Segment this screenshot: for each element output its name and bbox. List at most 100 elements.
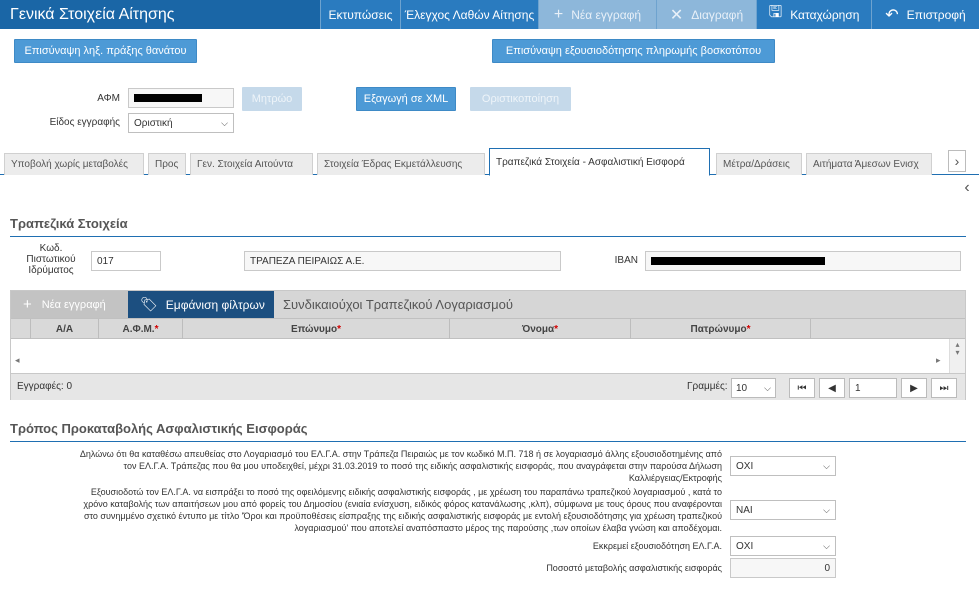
column-header-label: Όνομα — [521, 323, 555, 335]
print-button[interactable]: Εκτυπώσεις — [320, 0, 400, 29]
contribution-section-title: Τρόπος Προκαταβολής Ασφαλιστικής Εισφορά… — [10, 421, 308, 436]
page-number-input[interactable]: 1 — [849, 378, 897, 398]
last-page-icon: ⏭ — [939, 382, 949, 394]
required-marker: * — [554, 323, 559, 335]
tab-pros[interactable]: Προς — [148, 153, 186, 175]
collapse-panel-button[interactable]: ‹ — [959, 178, 975, 198]
attach-death-cert-button[interactable]: Επισύναψη ληξ. πράξης θανάτου — [14, 39, 197, 63]
authorization-question: Εξουσιοδοτώ τον ΕΛ.Γ.Α. να εισπράξει το … — [10, 486, 722, 534]
tab-label: Υποβολή χωρίς μεταβολές — [11, 159, 128, 170]
save-button[interactable]: 🖫 Καταχώρηση — [756, 0, 871, 29]
new-record-label: Νέα εγγραφή — [571, 7, 642, 22]
tab-applicant-info[interactable]: Γεν. Στοιχεία Αιτούντα — [190, 153, 313, 175]
vertical-scrollbar[interactable]: ▴ ▾ — [949, 339, 965, 373]
column-header-father-name[interactable]: Πατρώνυμο * — [631, 319, 811, 339]
next-page-icon: ▶ — [910, 382, 918, 394]
iban-label: IBAN — [614, 255, 638, 266]
finalize-button[interactable]: Οριστικοποίηση — [470, 87, 571, 111]
redacted-iban — [651, 257, 825, 265]
direct-deposit-value: ΟΧΙ — [736, 460, 754, 472]
chevron-left-icon: ‹ — [964, 179, 970, 196]
afm-input[interactable] — [128, 88, 234, 108]
bank-code-label-line: Κωδ. — [39, 243, 63, 254]
last-page-button[interactable]: ⏭ — [931, 378, 957, 398]
show-filters-button[interactable]: 🏷 Εμφάνιση φίλτρων — [128, 291, 274, 318]
column-header-label: Α.Φ.Μ. — [122, 323, 155, 335]
authorization-select[interactable]: ΝΑΙ ⌵ — [730, 500, 836, 520]
rows-per-page-select[interactable]: 10 ⌵ — [731, 378, 776, 398]
pending-authorization-select[interactable]: ΟΧΙ ⌵ — [730, 536, 836, 556]
bank-code-input[interactable]: 017 — [91, 251, 161, 271]
tab-direct-aid[interactable]: Αιτήματα Άμεσων Ενισχ — [806, 153, 932, 175]
first-page-button[interactable]: ⏮ — [789, 378, 815, 398]
grid-title: Συνδικαιούχοι Τραπεζικού Λογαριασμού — [283, 297, 513, 312]
authorization-value: ΝΑΙ — [736, 504, 753, 516]
column-header-afm[interactable]: Α.Φ.Μ. * — [99, 319, 183, 339]
scroll-left-icon[interactable]: ◂ — [15, 355, 20, 366]
grid-header-spacer — [11, 319, 31, 339]
bank-section-title: Τραπεζικά Στοιχεία — [10, 216, 128, 231]
iban-input[interactable] — [645, 251, 961, 271]
tab-no-changes[interactable]: Υποβολή χωρίς μεταβολές — [4, 153, 144, 175]
export-xml-button[interactable]: Εξαγωγή σε XML — [356, 87, 456, 111]
pending-authorization-value: ΟΧΙ — [736, 540, 754, 552]
tab-label: Στοιχεία Έδρας Εκμετάλλευσης — [324, 159, 463, 170]
grid-toolbar: + Νέα εγγραφή 🏷 Εμφάνιση φίλτρων Συνδικαιο… — [11, 291, 965, 318]
record-type-select[interactable]: Οριστική ⌵ — [128, 113, 234, 133]
plus-icon: + — [553, 5, 564, 23]
delete-button[interactable]: ✕ Διαγραφή — [656, 0, 756, 29]
records-count: Εγγραφές: 0 — [17, 381, 73, 392]
contribution-change-value: 0 — [824, 562, 830, 574]
pending-authorization-label: Εκκρεμεί εξουσιοδότηση ΕΛ.Γ.Α. — [592, 541, 722, 551]
column-header-surname[interactable]: Επώνυμο * — [183, 319, 450, 339]
save-label: Καταχώρηση — [790, 7, 860, 22]
tab-measures[interactable]: Μέτρα/Δράσεις — [716, 153, 802, 175]
direct-deposit-select[interactable]: ΟΧΙ ⌵ — [730, 456, 836, 476]
direct-deposit-question: Δηλώνω ότι θα καταθέσω απευθείας στο Λογ… — [10, 448, 722, 484]
next-page-button[interactable]: ▶ — [901, 378, 927, 398]
previous-page-icon: ◀ — [828, 382, 836, 394]
chevron-down-icon: ⌵ — [823, 540, 830, 551]
save-icon: 🖫 — [768, 4, 783, 21]
question-line: Εξουσιοδοτώ τον ΕΛ.Γ.Α. να εισπράξει το … — [90, 487, 722, 497]
check-errors-button[interactable]: Έλεγχος Λαθών Αίτησης — [400, 0, 538, 29]
bank-code-label-line: Ιδρύματος — [28, 265, 74, 276]
question-line: Καλλιέργειας/Εκτροφής — [628, 473, 722, 483]
grid-footer: Εγγραφές: 0 Γραμμές: 10 ⌵ ⏮ ◀ 1 ▶ ⏭ — [11, 373, 965, 400]
grid-new-record-label: Νέα εγγραφή — [41, 298, 106, 311]
bank-code-value: 017 — [97, 255, 114, 267]
attach-pasture-auth-button[interactable]: Επισύναψη εξουσιοδότησης πληρωμής βοσκοτ… — [492, 39, 775, 63]
question-line: στο συνημμένο σχετικό έντυπο με τίτλο 'Ό… — [83, 511, 722, 521]
rows-per-page-label: Γραμμές: — [687, 381, 728, 392]
tab-bank-contribution[interactable]: Τραπεζικά Στοιχεία - Ασφαλιστική Εισφορά — [489, 148, 710, 176]
new-record-button[interactable]: + Νέα εγγραφή — [538, 0, 656, 29]
tab-scroll-right-button[interactable]: › — [948, 150, 966, 172]
previous-page-button[interactable]: ◀ — [819, 378, 845, 398]
show-filters-label: Εμφάνιση φίλτρων — [165, 297, 265, 312]
bank-code-label-line: Πιστωτικού — [26, 254, 76, 265]
check-errors-label: Έλεγχος Λαθών Αίτησης — [404, 7, 535, 22]
contribution-change-input[interactable]: 0 — [730, 558, 836, 578]
tab-label: Τραπεζικά Στοιχεία - Ασφαλιστική Εισφορά — [496, 156, 685, 168]
column-header-label: Επώνυμο — [290, 323, 338, 335]
scroll-right-icon[interactable]: ▸ — [936, 355, 941, 366]
registry-button[interactable]: Μητρώο — [242, 87, 302, 111]
rows-per-page-value: 10 — [736, 382, 748, 394]
back-label: Επιστροφή — [906, 7, 966, 22]
chevron-down-icon: ⌵ — [823, 504, 830, 515]
tab-holding-seat[interactable]: Στοιχεία Έδρας Εκμετάλλευσης — [317, 153, 485, 175]
record-type-value: Οριστική — [134, 117, 173, 129]
column-header-name[interactable]: Όνομα * — [450, 319, 631, 339]
chevron-down-icon: ⌵ — [823, 460, 830, 471]
question-line: λογαριασμού' που αποτελεί αναπόσπαστο μέ… — [294, 523, 722, 533]
column-header-aa[interactable]: Α/Α — [31, 319, 99, 339]
column-header-label: Α/Α — [55, 323, 74, 335]
question-line: τον ΕΛ.Γ.Α. Τράπεζας που θα μου υποδειχθ… — [123, 461, 722, 471]
back-button[interactable]: ↶ Επιστροφή — [871, 0, 979, 29]
delete-label: Διαγραφή — [691, 7, 744, 22]
tab-label: Αιτήματα Άμεσων Ενισχ — [813, 159, 919, 170]
afm-label: ΑΦΜ — [97, 93, 120, 104]
tab-label: Γεν. Στοιχεία Αιτούντα — [197, 159, 294, 170]
grid-new-record-button[interactable]: + Νέα εγγραφή — [11, 291, 128, 318]
chevron-right-icon: › — [954, 153, 960, 169]
